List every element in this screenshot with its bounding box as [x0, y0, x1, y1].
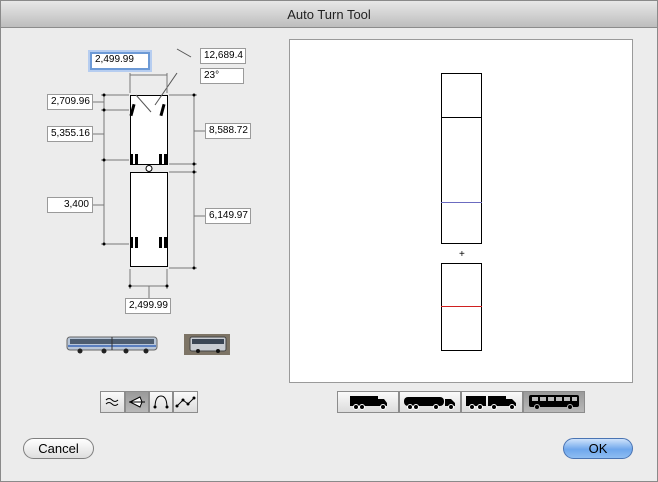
- front-length-field[interactable]: 8,588.72: [205, 123, 251, 139]
- preview-hitch-marker: +: [459, 249, 465, 260]
- truck-icon: [350, 396, 387, 410]
- preview-drawing: +: [441, 73, 482, 351]
- cancel-button[interactable]: Cancel: [23, 438, 94, 459]
- rear-width-field[interactable]: 2,499.99: [125, 298, 171, 314]
- arc-path-icon: [153, 395, 169, 409]
- hitch-point: [145, 165, 153, 172]
- vehicle-type-truck-trailer[interactable]: [461, 391, 523, 413]
- title-bar[interactable]: Auto Turn Tool: [1, 1, 657, 28]
- steer-wheel-path-icon: [128, 396, 145, 408]
- front-width-field[interactable]: 2,499.99: [90, 52, 150, 70]
- vehicle-type-tanker[interactable]: [399, 391, 461, 413]
- rear-offset-field[interactable]: 3,400: [47, 197, 93, 213]
- auto-turn-dialog: Auto Turn Tool 2,499.99 12,689.4 23° 2,7…: [0, 0, 658, 482]
- path-mode-steer[interactable]: [125, 391, 149, 413]
- turn-radius-field[interactable]: 12,689.4: [200, 48, 246, 64]
- steer-angle-field[interactable]: 23°: [200, 68, 244, 84]
- path-mode-wave[interactable]: [100, 391, 125, 413]
- window-title: Auto Turn Tool: [287, 7, 371, 22]
- polyline-path-icon: [175, 396, 196, 408]
- vehicle-type-truck[interactable]: [337, 391, 399, 413]
- front-wheelbase-field[interactable]: 5,355.16: [47, 126, 93, 142]
- path-mode-polyline[interactable]: [173, 391, 198, 413]
- path-mode-arc[interactable]: [149, 391, 173, 413]
- front-overhang-field[interactable]: 2,709.96: [47, 94, 93, 110]
- wave-path-icon: [105, 398, 119, 406]
- rear-unit-body: [130, 172, 168, 267]
- bus-icon: [529, 395, 579, 410]
- rear-length-field[interactable]: 6,149.97: [205, 208, 251, 224]
- articulated-bus-photo-icon[interactable]: [66, 333, 158, 355]
- turn-preview-canvas[interactable]: +: [289, 39, 633, 383]
- preview-front-unit: [441, 73, 482, 244]
- vehicle-type-bus[interactable]: [523, 391, 585, 413]
- ok-button[interactable]: OK: [563, 438, 633, 459]
- truck-trailer-icon: [466, 396, 516, 410]
- tanker-truck-icon: [404, 397, 455, 410]
- bus-front-photo-icon[interactable]: [184, 334, 230, 355]
